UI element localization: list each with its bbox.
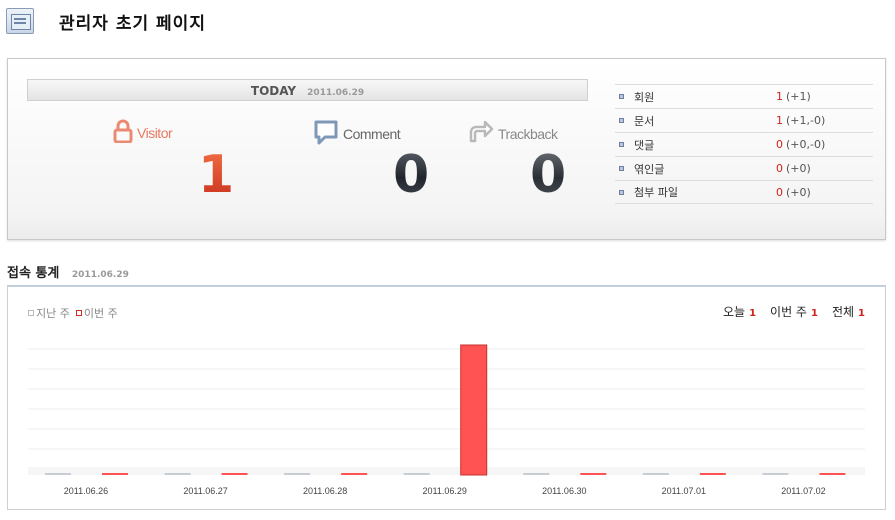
admin-page-icon (6, 8, 34, 34)
stat-row-documents: 문서 1 (+1,-0) (615, 108, 873, 132)
chart-bar (580, 473, 607, 475)
bullet-icon (619, 142, 624, 147)
stat-label: 문서 (634, 114, 655, 128)
bullet-icon (619, 189, 624, 195)
stat-label: 엮인글 (634, 162, 665, 176)
stat-row-attachments: 첨부 파일 0 (+0) (615, 180, 873, 204)
chart-bar (819, 473, 846, 475)
access-stats-title-text: 접속 통계 (7, 266, 60, 281)
comment-label-text: Comment (343, 125, 401, 142)
stat-value: 0 (776, 162, 783, 175)
access-bar-chart: 2011.06.26 2011.06.27 2011.06.28 2011.06.29… (28, 344, 865, 496)
chart-bar (403, 473, 430, 475)
bullet-icon (619, 118, 624, 123)
chart-x-tick-label: 2011.07.01 (662, 486, 706, 496)
chart-bar (102, 473, 128, 475)
stat-row-members: 회원 1 (+1) (615, 84, 873, 108)
visitor-count: 1 (198, 145, 235, 205)
trackback-label-text: Trackback (498, 125, 558, 142)
bullet-icon (619, 94, 624, 99)
trackback-label: Trackback (468, 119, 558, 148)
stat-row-comments: 댓글 0 (+0,-0) (615, 132, 873, 156)
stat-delta: (+0,-0) (786, 138, 826, 151)
access-stats-title: 접속 통계 2011.06.29 (7, 262, 129, 281)
chart-bar (523, 473, 550, 475)
stat-value: 1 (776, 114, 783, 127)
page-title: 관리자 초기 페이지 (59, 13, 206, 34)
stat-value: 0 (776, 185, 783, 199)
chart-x-tick-label: 2011.06.30 (542, 486, 586, 496)
chart-bar (45, 473, 71, 475)
today-label: TODAY (250, 84, 297, 98)
summary-table: 회원 1 (+1) 문서 1 (+1,-0) 댓글 0 (+0,-0) 엮인글 … (615, 84, 873, 204)
stat-label: 첨부 파일 (634, 186, 678, 199)
stat-delta: (+1,-0) (786, 114, 826, 127)
comment-count: 0 (393, 145, 430, 205)
speech-bubble-icon (313, 119, 339, 148)
access-stats-date: 2011.06.29 (71, 270, 129, 280)
today-panel: TODAY 2011.06.29 Visitor Comment Trackba… (7, 58, 886, 240)
stat-row-trackbacks: 엮인글 0 (+0) (615, 156, 873, 180)
stat-delta: (+1) (786, 90, 811, 103)
chart-bar (284, 473, 311, 475)
chart-bar (164, 473, 191, 475)
chart-bar (341, 473, 368, 475)
stat-label: 댓글 (634, 138, 655, 152)
chart-x-tick-label: 2011.06.28 (303, 486, 347, 496)
stat-delta: (+0) (786, 185, 811, 199)
chart-bar (762, 473, 789, 475)
access-chart-panel: 지난 주 이번 주 오늘 1 이번 주1 전체 1 2011.06.26 2011.0… (7, 285, 886, 510)
comment-label: Comment (313, 119, 401, 148)
today-date: 2011.06.29 (307, 88, 365, 98)
chart-bar (699, 473, 726, 475)
chart-x-tick-label: 2011.07.02 (781, 486, 825, 496)
chart-baseline-band (28, 467, 865, 475)
today-bar: TODAY 2011.06.29 (27, 79, 588, 101)
stat-delta: (+0) (786, 162, 811, 175)
chart-x-tick-label: 2011.06.29 (423, 486, 467, 496)
chart-bar (460, 344, 488, 476)
chart-x-tick-label: 2011.06.27 (183, 486, 227, 496)
stat-value: 1 (776, 90, 783, 103)
chart-bar (221, 473, 248, 475)
chart-bar (642, 473, 669, 475)
visitor-label: Visitor (113, 119, 173, 146)
trackback-count: 0 (530, 145, 567, 205)
page-header: 관리자 초기 페이지 (6, 6, 206, 36)
stat-label: 회원 (634, 90, 655, 104)
lock-icon (113, 119, 133, 146)
stat-value: 0 (776, 138, 783, 151)
bullet-icon (619, 166, 624, 171)
visitor-label-text: Visitor (137, 124, 173, 141)
chart-x-tick-label: 2011.06.26 (64, 486, 108, 496)
trackback-arrow-icon (468, 119, 494, 148)
